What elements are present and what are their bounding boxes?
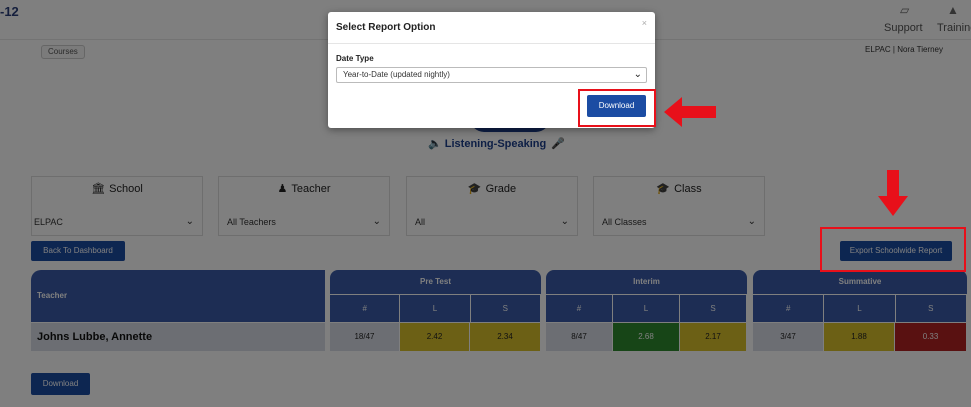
chevron-down-icon: ⌄	[633, 69, 642, 80]
modal-title: Select Report Option	[328, 12, 655, 44]
date-type-label: Date Type	[336, 54, 374, 63]
annotation-box-export	[820, 227, 966, 272]
page: -12 ▱ Support ▲ Training Courses ELPAC |…	[0, 0, 971, 407]
annotation-arrow-down-icon	[878, 170, 908, 216]
date-type-select[interactable]: Year-to-Date (updated nightly) ⌄	[336, 67, 647, 83]
annotation-box-download	[578, 89, 656, 127]
close-icon[interactable]: ×	[642, 18, 647, 28]
annotation-arrow-left-icon	[664, 97, 716, 127]
